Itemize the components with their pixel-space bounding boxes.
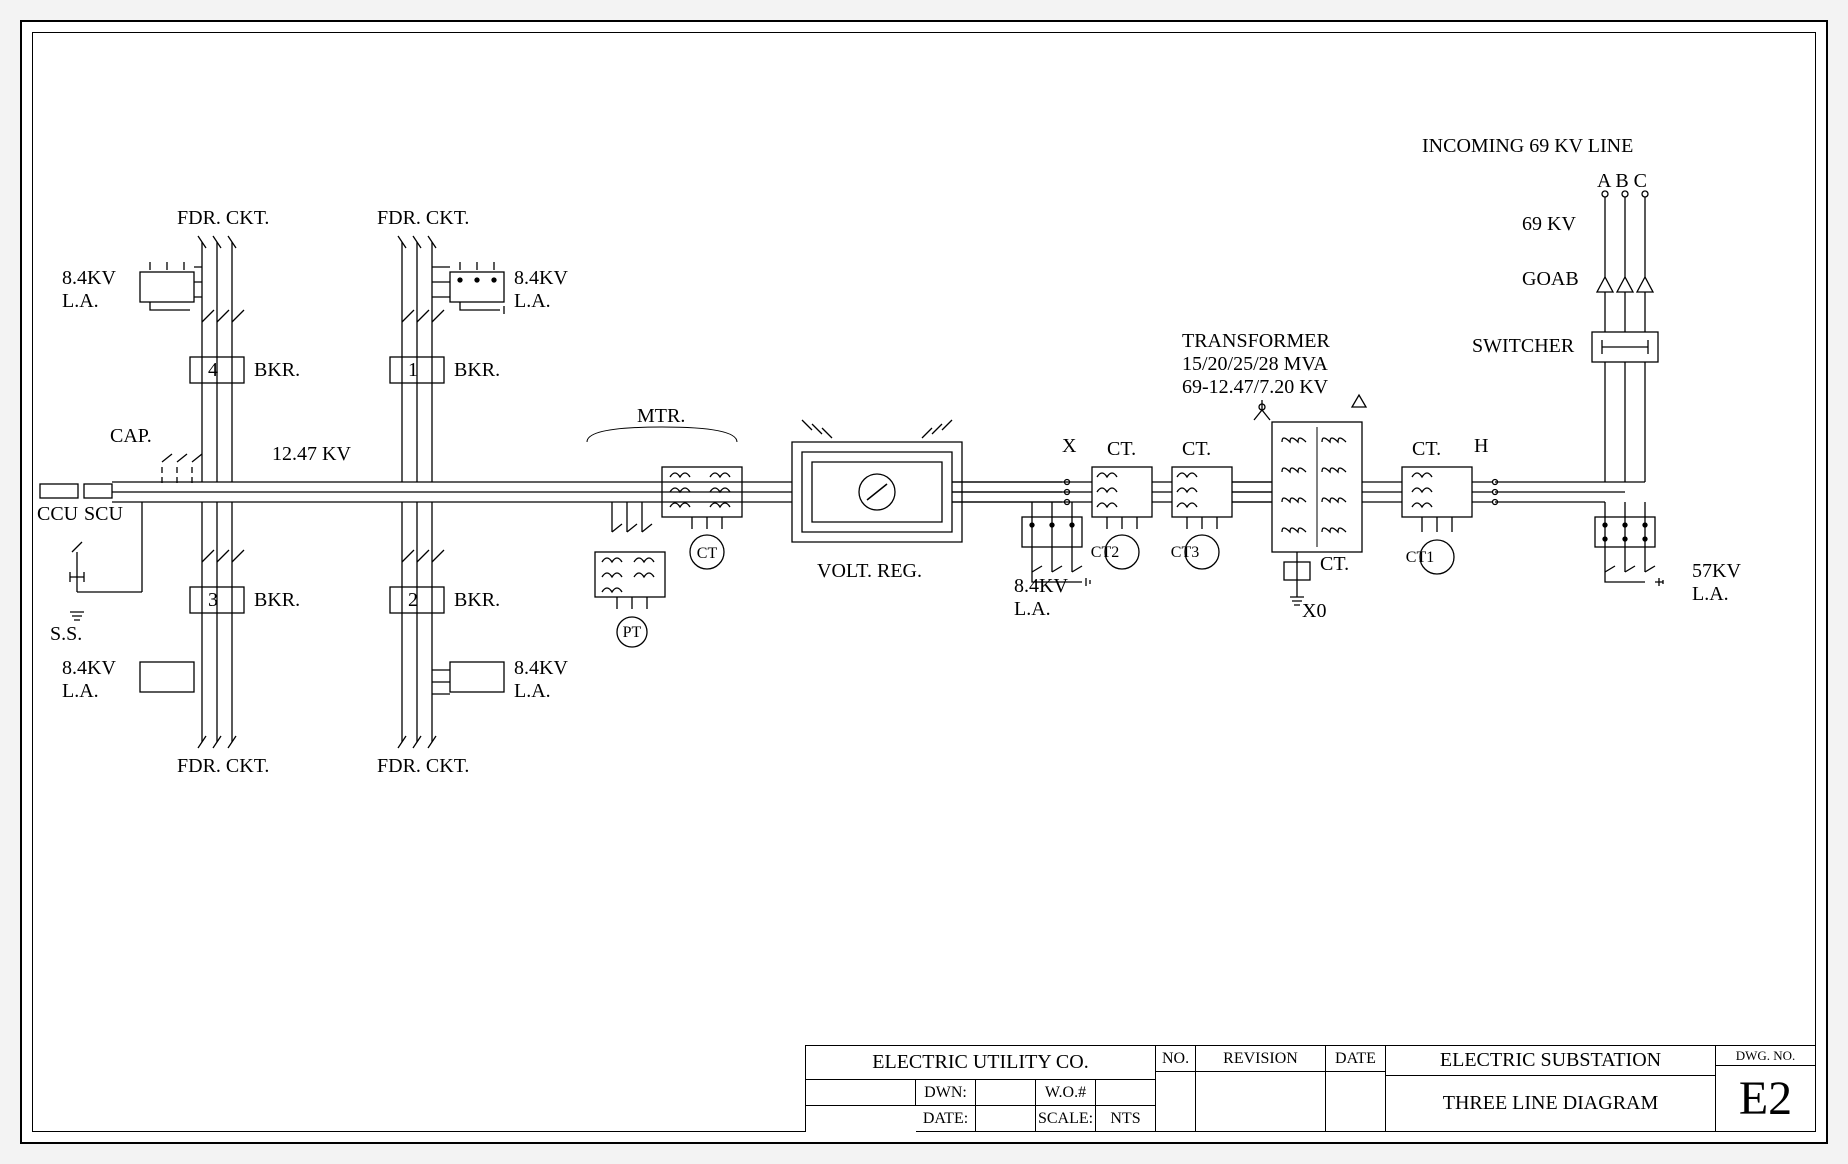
xfmr-label-1: TRANSFORMER [1182, 330, 1330, 352]
xfmr-label-2: 15/20/25/28 MVA [1182, 353, 1328, 375]
fdr2-ckt: FDR. CKT. [377, 755, 469, 777]
hv-la-kv: 57KV [1692, 560, 1741, 582]
la3-la: L.A. [62, 680, 99, 702]
rev-date-header: DATE [1326, 1046, 1386, 1072]
metering-ct [587, 427, 742, 569]
ct-label-hv: CT. [1412, 438, 1441, 460]
la2-kv: 8.4KV [514, 657, 568, 679]
drawing-title-1: ELECTRIC SUBSTATION [1386, 1046, 1716, 1076]
ct-label-x0: CT. [1320, 553, 1349, 575]
xfmr-label-3: 69-12.47/7.20 KV [1182, 376, 1329, 398]
company-name: ELECTRIC UTILITY CO. [806, 1046, 1156, 1080]
bkr2-label: BKR. [454, 589, 500, 611]
la3-kv: 8.4KV [62, 657, 116, 679]
drawing-frame: INCOMING 69 KV LINE A B C 69 KV GOAB SWI… [20, 20, 1828, 1144]
la1-la: L.A. [514, 290, 551, 312]
lv-la-kv: 8.4KV [1014, 575, 1068, 597]
phase-labels: A B C [1597, 170, 1647, 192]
fdr3-ckt: FDR. CKT. [177, 755, 269, 777]
nts-value: NTS [1096, 1106, 1156, 1132]
fdr1-ckt: FDR. CKT. [377, 207, 469, 229]
la2-la: L.A. [514, 680, 551, 702]
bus-kv-label: 12.47 KV [272, 443, 351, 465]
lv-la-la: L.A. [1014, 598, 1051, 620]
la4-kv: 8.4KV [62, 267, 116, 289]
bkr4-label: BKR. [254, 359, 300, 381]
x0-label: X0 [1302, 600, 1326, 622]
hv-lightning-arrester [1595, 502, 1663, 586]
fdr4-ckt: FDR. CKT. [177, 207, 269, 229]
pt-text: PT [623, 624, 642, 641]
date-label: DATE: [916, 1106, 976, 1132]
dwg-no-value: E2 [1716, 1066, 1816, 1132]
goab-label: GOAB [1522, 268, 1579, 290]
drawing-title-2: THREE LINE DIAGRAM [1386, 1076, 1716, 1132]
rev-header: REVISION [1196, 1046, 1326, 1072]
feeder-4 [140, 236, 244, 482]
feeder-2 [390, 502, 504, 748]
wo-label: W.O.# [1036, 1080, 1096, 1106]
ct-label-2: CT. [1107, 438, 1136, 460]
ct-text: CT [697, 545, 718, 562]
dwg-no-header: DWG. NO. [1716, 1046, 1816, 1066]
la1-kv: 8.4KV [514, 267, 568, 289]
cap-label: CAP. [110, 425, 152, 447]
hv-kv-label: 69 KV [1522, 213, 1576, 235]
cap-bank [40, 454, 202, 502]
bkr2-num: 2 [408, 589, 418, 611]
dwn-label: DWN: [916, 1080, 976, 1106]
bkr3-num: 3 [208, 589, 218, 611]
scu-label: SCU [84, 503, 123, 525]
feeder-3 [140, 502, 244, 748]
scale-label: SCALE: [1036, 1106, 1096, 1132]
volt-reg-label: VOLT. REG. [817, 560, 922, 582]
ct-label-3: CT. [1182, 438, 1211, 460]
ct3-text: CT3 [1171, 544, 1199, 561]
ss-label: S.S. [50, 623, 82, 645]
bkr4-num: 4 [208, 359, 218, 381]
power-transformer [1232, 395, 1402, 605]
h-label: H [1474, 435, 1488, 457]
lv-bus [142, 482, 662, 502]
x-label: X [1062, 435, 1077, 457]
rev-no-header: NO. [1156, 1046, 1196, 1072]
bkr3-label: BKR. [254, 589, 300, 611]
ct2-text: CT2 [1091, 544, 1119, 561]
incoming-line [1592, 191, 1658, 482]
mtr-label: MTR. [637, 405, 685, 427]
title-block: ELECTRIC UTILITY CO. DWN: W.O.# DATE: SC… [805, 1045, 1816, 1132]
hv-bus [1493, 480, 1646, 505]
ct1-text: CT1 [1406, 549, 1434, 566]
switcher-label: SWITCHER [1472, 335, 1575, 357]
lv-lightning-arrester-x [1022, 502, 1090, 586]
bkr1-num: 1 [408, 359, 418, 381]
la4-la: L.A. [62, 290, 99, 312]
incoming-line-label: INCOMING 69 KV LINE [1422, 135, 1633, 157]
schematic-canvas: INCOMING 69 KV LINE A B C 69 KV GOAB SWI… [22, 22, 1826, 1142]
hv-la-la: L.A. [1692, 583, 1729, 605]
bkr1-label: BKR. [454, 359, 500, 381]
ccu-label: CCU [37, 503, 79, 525]
